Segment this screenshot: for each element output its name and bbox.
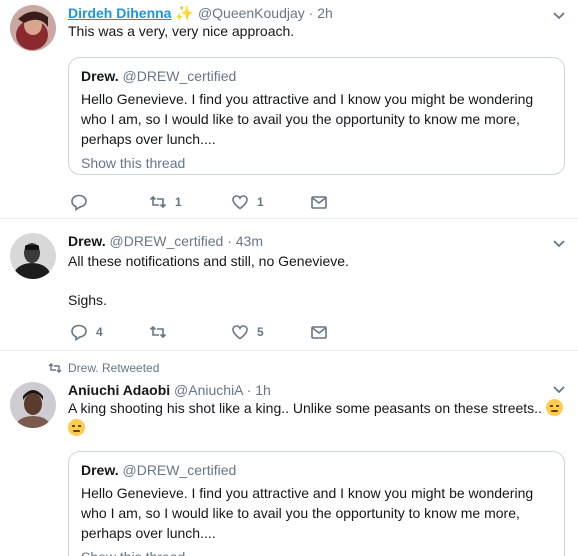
author-handle[interactable]: @DREW_certified xyxy=(110,233,224,249)
retweeted-by-label[interactable]: Drew. Retweeted xyxy=(68,361,159,375)
heart-icon xyxy=(232,325,248,340)
like-count: 1 xyxy=(257,195,264,209)
tweet-header: Aniuchi Adaobi @AniuchiA · 1h xyxy=(68,381,271,399)
timestamp[interactable]: 2h xyxy=(317,5,333,21)
chevron-down-icon[interactable] xyxy=(552,239,566,249)
reply-icon xyxy=(71,324,87,341)
retweet-icon xyxy=(149,195,167,209)
unamused-face-icon xyxy=(68,419,85,436)
avatar[interactable] xyxy=(10,233,56,279)
like-button[interactable]: 5 xyxy=(231,322,264,342)
reply-count: 4 xyxy=(96,325,103,339)
quote-header: Drew. @DREW_certified xyxy=(81,67,552,85)
avatar-image xyxy=(10,382,56,428)
quoted-tweet[interactable]: Drew. @DREW_certified Hello Genevieve. I… xyxy=(68,57,565,175)
tweet-text: Sighs. xyxy=(68,292,107,308)
tweet[interactable]: Drew. @DREW_certified · 43m All these no… xyxy=(0,219,578,350)
retweet-button[interactable] xyxy=(149,322,175,342)
retweet-button[interactable]: 1 xyxy=(149,192,182,212)
tweet-text-continued xyxy=(68,418,85,438)
like-count: 5 xyxy=(257,325,264,339)
author-name[interactable]: Drew. xyxy=(68,233,106,249)
tweet-text: A king shooting his shot like a king.. U… xyxy=(68,398,563,418)
retweet-count: 1 xyxy=(175,195,182,209)
separator-dot: · xyxy=(227,233,232,249)
avatar[interactable] xyxy=(10,5,56,51)
tweet[interactable]: Dirdeh Dihenna ✨ @QueenKoudjay · 2h This… xyxy=(0,0,578,218)
chevron-down-icon[interactable] xyxy=(552,385,566,395)
envelope-icon xyxy=(311,196,327,209)
quote-text: Hello Genevieve. I find you attractive a… xyxy=(81,485,534,541)
quote-header: Drew. @DREW_certified xyxy=(81,461,552,479)
avatar-image xyxy=(10,5,56,51)
quote-author-name: Drew. xyxy=(81,68,119,84)
separator-dot: · xyxy=(246,382,252,398)
quote-author-name: Drew. xyxy=(81,462,119,478)
tweet-actions: 1 1 xyxy=(68,192,368,212)
show-thread-link[interactable]: Show this thread xyxy=(81,547,552,556)
author-handle[interactable]: @QueenKoudjay xyxy=(198,5,305,21)
tweet-text: All these notifications and still, no Ge… xyxy=(68,253,349,269)
direct-message-button[interactable] xyxy=(310,322,328,342)
direct-message-button[interactable] xyxy=(310,192,328,212)
timestamp[interactable]: 1h xyxy=(255,382,271,398)
author-name[interactable]: Dirdeh Dihenna xyxy=(68,5,171,21)
show-thread-link[interactable]: Show this thread xyxy=(81,153,552,173)
retweet-icon xyxy=(48,363,62,373)
timestamp[interactable]: 43m xyxy=(236,233,263,249)
author-handle[interactable]: @AniuchiA xyxy=(174,382,243,398)
quoted-tweet[interactable]: Drew. @DREW_certified Hello Genevieve. I… xyxy=(68,451,565,556)
sparkles-icon: ✨ xyxy=(175,5,195,22)
envelope-icon xyxy=(311,326,327,339)
tweet[interactable]: Drew. Retweeted Aniuchi Adaobi @AniuchiA… xyxy=(0,351,578,556)
quote-author-handle: @DREW_certified xyxy=(122,462,237,478)
avatar[interactable] xyxy=(10,382,56,428)
quote-text: Hello Genevieve. I find you attractive a… xyxy=(81,91,534,147)
like-button[interactable]: 1 xyxy=(231,192,264,212)
tweet-text-content: A king shooting his shot like a king.. U… xyxy=(68,400,542,416)
reply-button[interactable]: 4 xyxy=(70,322,103,342)
tweet-actions: 4 5 xyxy=(68,322,368,342)
separator-dot: · xyxy=(308,5,314,21)
quote-author-handle: @DREW_certified xyxy=(122,68,237,84)
tweet-header: Drew. @DREW_certified · 43m xyxy=(68,232,263,250)
tweet-text: This was a very, very nice approach. xyxy=(68,23,295,39)
reply-button[interactable] xyxy=(70,192,96,212)
author-name[interactable]: Aniuchi Adaobi xyxy=(68,382,170,398)
retweet-icon xyxy=(149,325,167,339)
unamused-face-icon xyxy=(545,399,563,416)
avatar-image xyxy=(10,233,56,279)
chevron-down-icon[interactable] xyxy=(552,11,566,21)
reply-icon xyxy=(71,194,87,211)
heart-icon xyxy=(232,195,248,210)
